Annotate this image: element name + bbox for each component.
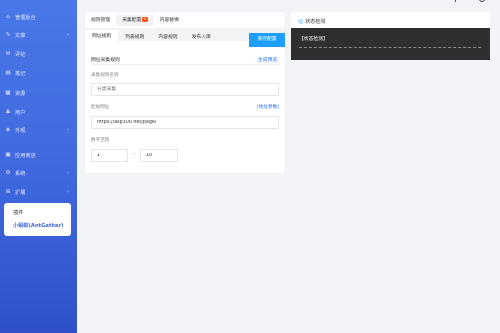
tab-badge: 1 xyxy=(142,17,148,22)
system-icon: ⚙ xyxy=(5,170,11,176)
start-url-input[interactable] xyxy=(91,116,279,129)
store-icon: ▣ xyxy=(5,152,11,158)
sidebar-item-comments[interactable]: ✉ 评论 xyxy=(0,46,77,62)
resource-icon: ▦ xyxy=(5,90,11,96)
topbar-divider xyxy=(455,0,456,2)
tab-label: 规则管理 xyxy=(91,18,111,23)
sidebar-item-label: 资源 xyxy=(15,90,26,97)
section-title: 网址采集规则 xyxy=(91,58,120,63)
submenu-item-antgather[interactable]: 小蚂蚁(AntGather) xyxy=(13,222,64,229)
sidebar-item-system[interactable]: ⚙ 系统 › xyxy=(0,165,77,181)
tab-list-rules[interactable]: 列表规则 xyxy=(118,32,151,44)
start-url-label: 起始网址 xyxy=(91,105,110,110)
status-title: 状态检测 xyxy=(305,19,326,25)
sidebar-item-resources[interactable]: ▦ 资源 xyxy=(0,85,77,101)
note-icon: ▤ xyxy=(5,70,11,76)
sidebar-item-users[interactable]: ♟ 用户 xyxy=(0,104,77,120)
sidebar-item-label: 系统 xyxy=(15,170,26,177)
home-icon: ⌂ xyxy=(6,14,10,20)
status-check-icon: ◎ xyxy=(298,18,304,25)
extensions-submenu: 插件 小蚂蚁(AntGather) xyxy=(4,203,71,236)
chevron-right-icon: › xyxy=(67,170,69,176)
chevron-down-icon: › xyxy=(67,189,69,195)
sidebar-item-extensions[interactable]: ⊞ 扩展 › xyxy=(0,184,77,200)
sidebar-item-articles[interactable]: ✎ 文章 › xyxy=(0,27,77,43)
range-to-input[interactable] xyxy=(140,149,178,162)
chevron-right-icon: › xyxy=(67,127,69,133)
sidebar-item-dashboard[interactable]: ⌂ 管理后台 xyxy=(0,9,77,25)
generate-preview-link[interactable]: 生成预览 xyxy=(258,56,277,63)
tab-publish[interactable]: 发布入库 xyxy=(185,32,218,44)
sidebar-item-app-store[interactable]: ▣ 应用商店 xyxy=(0,147,77,163)
pencil-icon: ✎ xyxy=(5,32,11,38)
rule-name-input[interactable] xyxy=(91,83,279,96)
sidebar-item-label: 外观 xyxy=(15,127,26,134)
tab-label: 内容替换 xyxy=(159,18,179,23)
primary-tabs: 规则管理 采集配置 1 内容替换 xyxy=(85,15,185,26)
address-params-link[interactable]: [地址参数] xyxy=(257,104,279,110)
range-separator: - xyxy=(133,151,135,157)
avatar[interactable] xyxy=(479,0,485,2)
status-card: ◎ 状态检测 【状态检测】 xyxy=(291,12,490,60)
user-icon: ♟ xyxy=(5,109,11,115)
extension-icon: ⊞ xyxy=(5,189,11,195)
range-from-input[interactable] xyxy=(91,149,128,162)
sidebar: ⌂ 管理后台 ✎ 文章 › ✉ 评论 ▤ 笔记 ▦ 资源 ♟ 用户 ◈ 外观 ›… xyxy=(0,0,77,333)
sidebar-item-label: 笔记 xyxy=(15,70,26,77)
sidebar-item-label: 文章 xyxy=(15,32,26,39)
status-header: ◎ 状态检测 xyxy=(298,18,325,25)
tab-collect-config[interactable]: 采集配置 1 xyxy=(116,15,154,26)
status-console xyxy=(291,28,490,60)
appearance-icon: ◈ xyxy=(5,127,11,133)
rule-name-label: 采集规则名称 xyxy=(91,73,119,78)
console-divider xyxy=(299,47,481,48)
sidebar-item-label: 用户 xyxy=(15,109,26,116)
tab-content-replace[interactable]: 内容替换 xyxy=(154,15,185,26)
submenu-item-plugins[interactable]: 插件 xyxy=(13,209,23,216)
chevron-right-icon: › xyxy=(67,32,69,38)
comment-icon: ✉ xyxy=(5,51,11,57)
sidebar-item-notes[interactable]: ▤ 笔记 xyxy=(0,65,77,81)
tab-label: 采集配置 xyxy=(122,18,142,23)
tab-url-rules[interactable]: 网址规则 xyxy=(85,30,119,44)
tab-rule-management[interactable]: 规则管理 xyxy=(85,15,116,26)
save-config-button[interactable]: 保存配置 xyxy=(249,33,285,47)
tab-content-rules[interactable]: 内容规则 xyxy=(151,32,184,44)
config-card: 规则管理 采集配置 1 内容替换 网址规则 列表规则 内容规则 发布入库 保存配置… xyxy=(85,12,285,173)
sidebar-item-label: 应用商店 xyxy=(15,152,36,159)
secondary-tabs: 网址规则 列表规则 内容规则 发布入库 xyxy=(85,30,218,44)
sidebar-item-label: 管理后台 xyxy=(15,14,36,21)
section-divider xyxy=(91,64,279,65)
number-range-label: 数字范围 xyxy=(91,138,110,143)
sidebar-item-appearance[interactable]: ◈ 外观 › xyxy=(0,122,77,138)
sidebar-item-label: 扩展 xyxy=(15,189,26,196)
console-text: 【状态检测】 xyxy=(299,37,328,42)
sidebar-item-label: 评论 xyxy=(15,51,26,58)
